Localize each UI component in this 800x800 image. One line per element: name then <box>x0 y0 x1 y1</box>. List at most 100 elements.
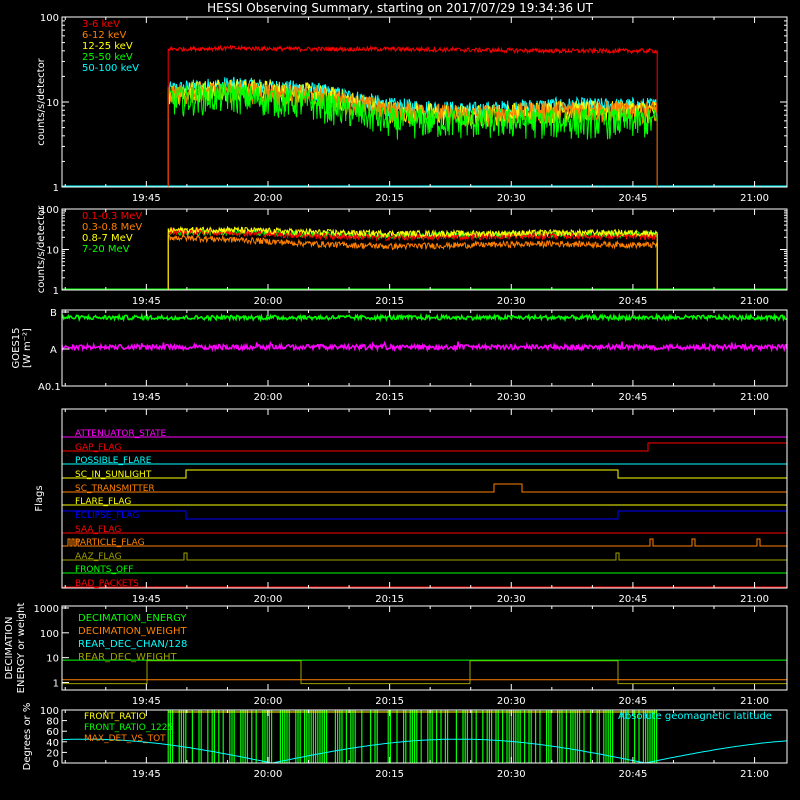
x-tick-label: 21:00 <box>740 769 769 780</box>
y-tick-label: 20 <box>46 748 59 759</box>
x-tick-label: 20:45 <box>619 296 648 307</box>
x-tick-label: 21:00 <box>740 193 769 204</box>
x-tick-label: 19:45 <box>132 296 161 307</box>
x-tick-label: 20:00 <box>254 594 283 605</box>
x-tick-label: 20:30 <box>497 769 526 780</box>
flag-label: FRONTS_OFF <box>75 565 133 575</box>
y-axis-label: Degrees or % <box>22 703 33 771</box>
x-tick-label: 20:15 <box>375 392 404 403</box>
y-tick-label: 100 <box>40 13 59 24</box>
flag-label: ECLIPSE_FLAG <box>75 511 139 521</box>
goes-line <box>61 312 788 323</box>
y-axis-label: DECIMATION <box>4 616 15 679</box>
flag-label: AAZ_FLAG <box>75 552 122 562</box>
panel-frame-0 <box>61 16 788 188</box>
x-tick-label: 20:30 <box>497 594 526 605</box>
x-tick-label: 20:45 <box>619 696 648 707</box>
x-tick-label: 20:15 <box>375 193 404 204</box>
y-tick-label: A0.1 <box>38 382 61 393</box>
y-axis-label: counts/s/detector <box>36 57 47 145</box>
x-tick-label: 19:45 <box>132 392 161 403</box>
y-tick-label: A <box>50 345 57 356</box>
x-tick-label: 21:00 <box>740 594 769 605</box>
decimation-line <box>62 660 787 685</box>
y-axis-label: GOES15 <box>11 327 22 368</box>
y-axis-label: Flags <box>34 485 45 511</box>
y-axis-label: ENERGY or weight <box>16 603 27 694</box>
x-tick-label: 20:30 <box>497 193 526 204</box>
legend-entry: 0.1-0.3 MeV <box>82 211 142 222</box>
goes-line <box>61 340 788 353</box>
x-tick-label: 20:15 <box>375 594 404 605</box>
y-tick-label: 0 <box>53 759 59 770</box>
flag-line <box>62 469 787 479</box>
flag-label: PARTICLE_FLAG <box>75 538 145 548</box>
x-tick-label: 19:45 <box>132 696 161 707</box>
x-tick-label: 20:45 <box>619 594 648 605</box>
legend-entry: FRONT_RATIO <box>84 712 146 722</box>
y-tick-label: 1 <box>53 286 59 297</box>
y-tick-label: 10 <box>46 246 59 257</box>
legend-entry: REAR_DEC_CHAN/128 <box>78 639 187 650</box>
flag-line <box>62 483 787 493</box>
x-tick-label: 21:00 <box>740 392 769 403</box>
y-tick-label: 100 <box>40 706 59 717</box>
panel-frame-1 <box>61 208 788 291</box>
legend-entry: 50-100 keV <box>82 63 139 74</box>
x-tick-label: 20:15 <box>375 296 404 307</box>
flag-line <box>62 510 787 520</box>
y-tick-label: 10 <box>46 98 59 109</box>
x-tick-label: 19:45 <box>132 769 161 780</box>
y-axis-unit: [W m⁻²] <box>22 328 33 368</box>
panel-frame-3 <box>61 408 788 589</box>
x-tick-label: 21:00 <box>740 696 769 707</box>
y-tick-label: 80 <box>46 717 59 728</box>
y-tick-label: 60 <box>46 727 59 738</box>
legend-entry: FRONT_RATIO_1225 <box>84 723 173 733</box>
legend-entry: 12-25 keV <box>82 41 133 52</box>
legend-entry: 0.8-7 MeV <box>82 233 133 244</box>
legend-entry: 25-50 keV <box>82 52 133 63</box>
x-tick-label: 20:45 <box>619 769 648 780</box>
legend-entry: DECIMATION_WEIGHT <box>78 626 187 637</box>
x-tick-label: 20:30 <box>497 392 526 403</box>
flag-label: POSSIBLE_FLARE <box>75 456 152 466</box>
series-line <box>167 82 658 187</box>
y-tick-label: 100 <box>40 629 59 640</box>
series-line <box>167 233 658 290</box>
x-tick-label: 20:00 <box>254 193 283 204</box>
legend-entry: MAX_DET_VS_TOT <box>84 734 166 744</box>
x-tick-label: 20:00 <box>254 769 283 780</box>
legend-entry: 0.3-0.8 MeV <box>82 222 142 233</box>
legend-entry: 3-6 keV <box>82 19 120 30</box>
flag-label: SC_TRANSMITTER <box>75 484 155 494</box>
x-tick-label: 20:15 <box>375 769 404 780</box>
legend-entry: REAR_DEC_WEIGHT <box>78 652 177 663</box>
x-tick-label: 21:00 <box>740 296 769 307</box>
flag-label: GAP_FLAG <box>75 443 121 453</box>
x-tick-label: 20:45 <box>619 392 648 403</box>
legend-entry: 7-20 MeV <box>82 244 130 255</box>
flag-label: SAA_FLAG <box>75 525 121 535</box>
flag-line <box>62 552 787 561</box>
x-tick-label: 20:30 <box>497 696 526 707</box>
flag-label: ATTENUATOR_STATE <box>75 429 167 439</box>
flag-line <box>62 442 787 452</box>
x-tick-label: 20:00 <box>254 296 283 307</box>
legend-entry: DECIMATION_ENERGY <box>78 613 187 624</box>
y-tick-label: B <box>50 308 57 319</box>
y-tick-label: 1 <box>53 679 59 690</box>
legend-entry: 6-12 keV <box>82 30 126 41</box>
y-tick-label: 1000 <box>34 604 59 615</box>
legend-entry: Absolute geomagnetic latitude <box>618 711 772 722</box>
y-tick-label: 10 <box>46 654 59 665</box>
x-tick-label: 20:45 <box>619 193 648 204</box>
flag-label: BAD_PACKETS <box>75 579 139 589</box>
x-tick-label: 19:45 <box>132 193 161 204</box>
flag-label: FLARE_FLAG <box>75 497 131 507</box>
x-tick-label: 20:00 <box>254 392 283 403</box>
y-axis-label: counts/s/detector <box>36 205 47 293</box>
x-tick-label: 20:00 <box>254 696 283 707</box>
y-tick-label: 1 <box>53 183 59 194</box>
x-tick-label: 20:30 <box>497 296 526 307</box>
